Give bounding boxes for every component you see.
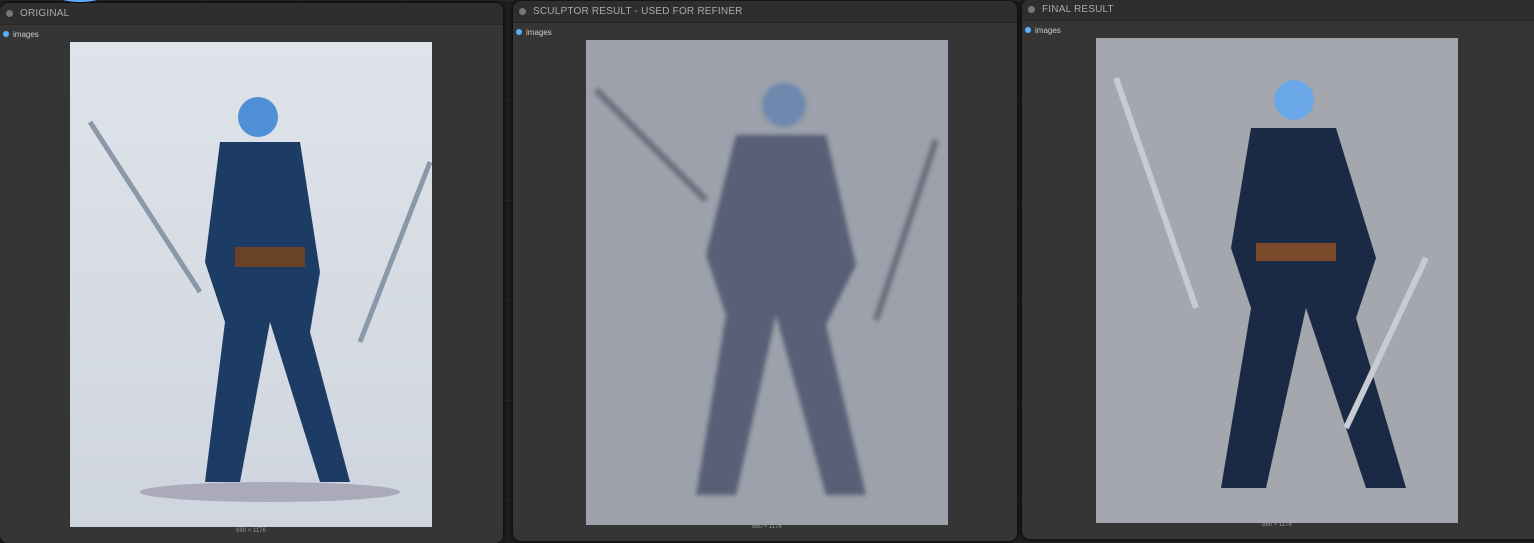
output-slot-icon[interactable] (3, 31, 9, 37)
output-images[interactable]: images (513, 23, 1017, 41)
node-title: SCULPTOR RESULT - USED FOR REFINER (533, 6, 743, 17)
character-figure (87, 97, 432, 502)
output-label: images (13, 29, 39, 39)
preview-image[interactable] (1096, 38, 1458, 523)
image-size-label: 880 × 1176 (236, 528, 266, 534)
node-final-result[interactable]: FINAL RESULT images 880 × 1176 (1022, 0, 1534, 539)
node-sculptor-result[interactable]: SCULPTOR RESULT - USED FOR REFINER image… (513, 1, 1017, 541)
collapse-dot[interactable] (519, 8, 526, 15)
node-title-bar[interactable]: ORIGINAL (0, 3, 503, 25)
node-title-bar[interactable]: SCULPTOR RESULT - USED FOR REFINER (513, 1, 1017, 23)
output-label: images (1035, 25, 1061, 35)
node-title: ORIGINAL (20, 8, 70, 19)
collapse-dot[interactable] (6, 10, 13, 17)
node-original[interactable]: ORIGINAL images 880 × 1176 (0, 3, 503, 543)
output-label: images (526, 27, 552, 37)
character-figure (1113, 77, 1429, 488)
preview-image[interactable] (586, 40, 948, 525)
image-size-label: 880 × 1176 (752, 524, 782, 530)
output-images[interactable]: images (0, 25, 503, 43)
character-figure (593, 83, 939, 495)
output-images[interactable]: images (1022, 21, 1534, 39)
node-title-bar[interactable]: FINAL RESULT (1022, 0, 1534, 21)
image-size-label: 880 × 1176 (1262, 522, 1292, 528)
output-slot-icon[interactable] (516, 29, 522, 35)
output-slot-icon[interactable] (1025, 27, 1031, 33)
node-title: FINAL RESULT (1042, 4, 1114, 15)
preview-image[interactable] (70, 42, 432, 527)
collapse-dot[interactable] (1028, 6, 1035, 13)
